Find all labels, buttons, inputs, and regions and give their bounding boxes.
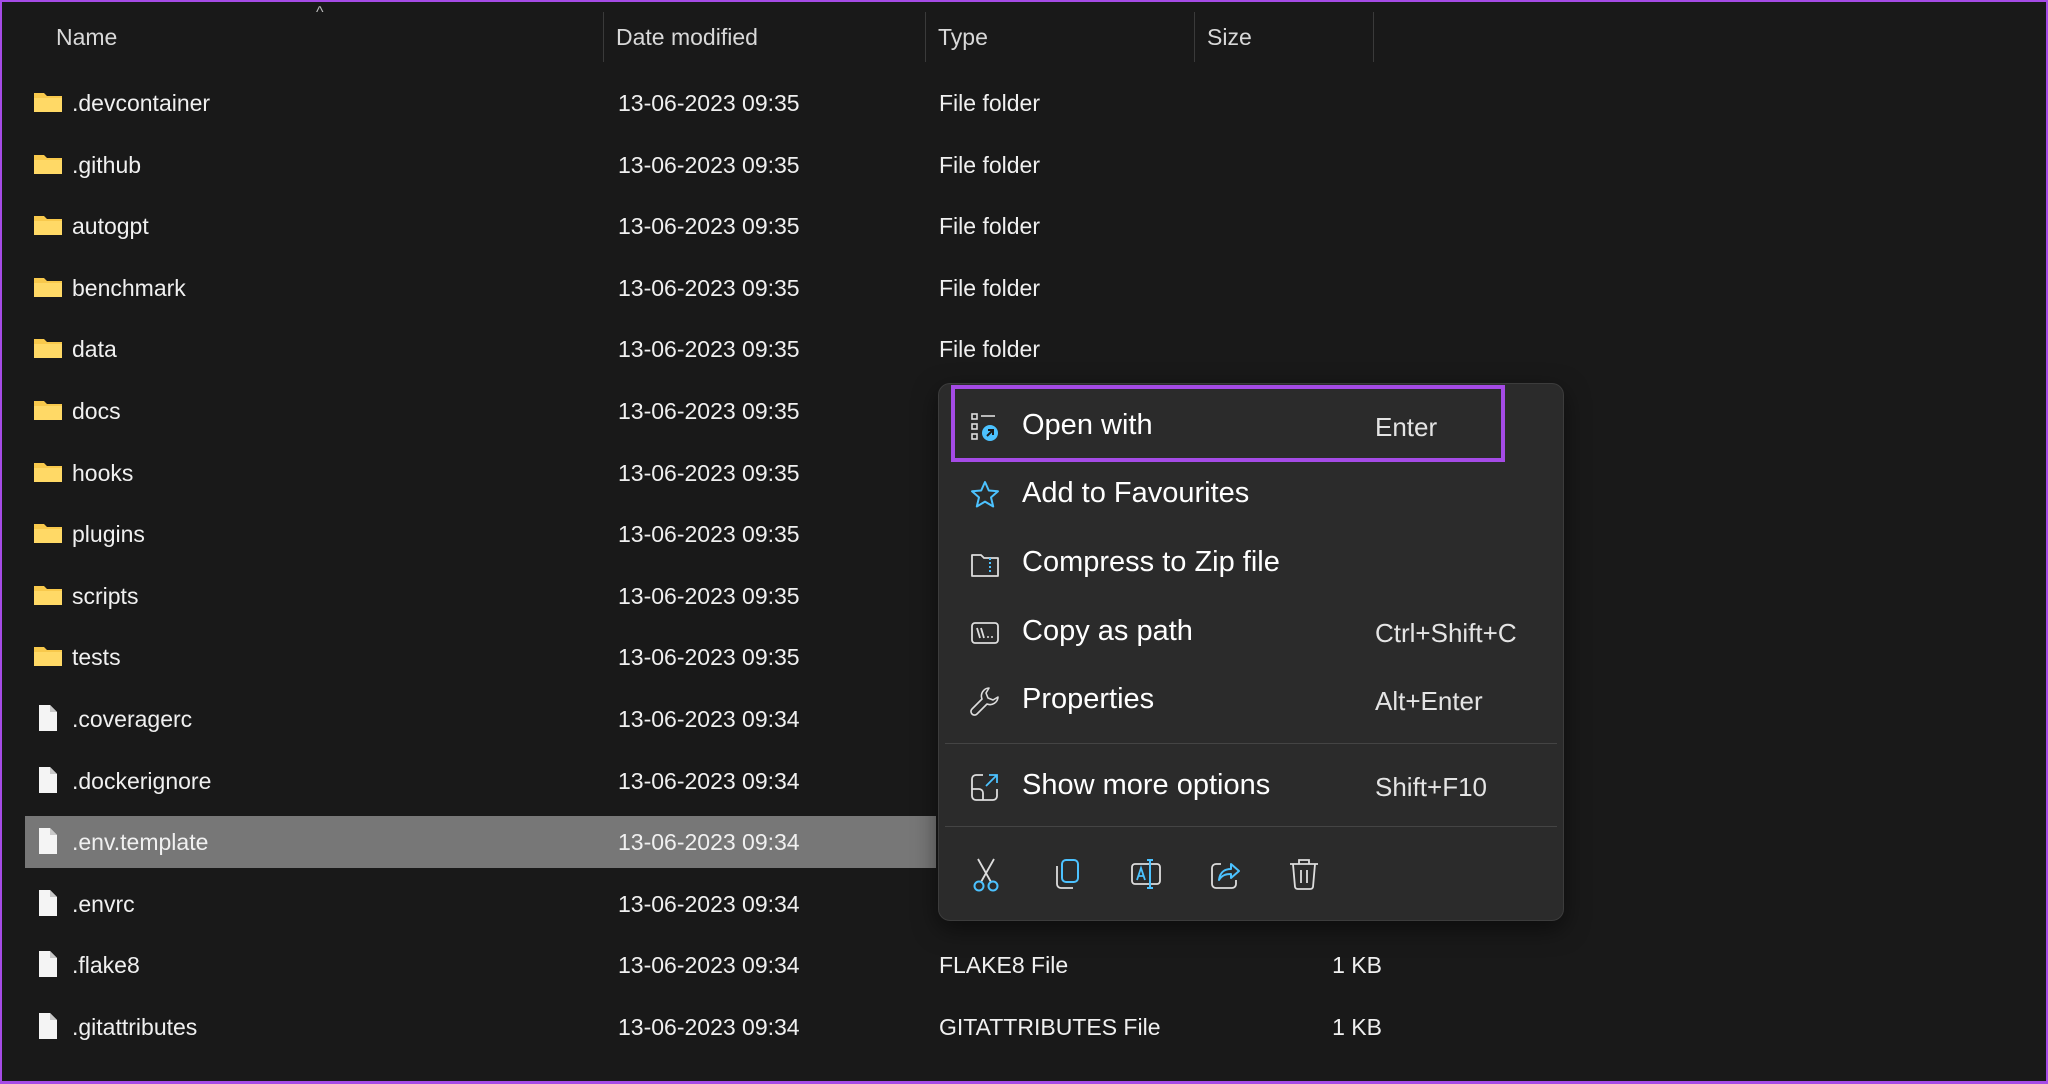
column-size[interactable]: Size	[1207, 24, 1252, 51]
file-type: File folder	[939, 336, 1040, 363]
file-size: 1 KB	[1332, 1014, 1382, 1040]
file-row[interactable]: benchmark 13-06-2023 09:35 File folder	[25, 262, 2025, 314]
file-name: data	[72, 336, 117, 363]
file-size: 1 KB	[1332, 952, 1382, 979]
column-divider[interactable]	[1194, 12, 1195, 62]
folder-icon	[34, 154, 62, 174]
file-date: 13-06-2023 09:35	[618, 644, 800, 671]
show-more-icon	[971, 774, 998, 801]
file-date: 13-06-2023 09:35	[618, 336, 800, 363]
menu-item-add-to-favourites[interactable]: Add to Favourites	[939, 463, 1563, 527]
file-name: scripts	[72, 582, 139, 609]
context-menu: Open with Enter Add to Favourites Compre…	[938, 383, 1564, 921]
folder-icon	[34, 647, 62, 667]
file-row[interactable]: .gitattributes 13-06-2023 09:34 GITATTRIBU…	[25, 1001, 2025, 1053]
folder-icon	[34, 401, 62, 420]
folder-icon	[34, 277, 62, 297]
copy-icon[interactable]	[1049, 856, 1083, 892]
file-type: File folder	[939, 151, 1040, 178]
menu-item-open-with[interactable]: Open with Enter	[939, 395, 1563, 459]
file-name: .github	[72, 151, 142, 178]
copy-path-icon	[971, 622, 999, 644]
file-name: .envrc	[72, 890, 135, 917]
menu-item-show-more-options[interactable]: Show more options Shift+F10	[939, 755, 1563, 819]
file-row[interactable]: .flake8 13-06-2023 09:34 FLAKE8 File 1 KB	[25, 939, 2025, 991]
file-icon	[39, 828, 57, 855]
wrench-icon	[970, 687, 999, 716]
file-name: .gitattributes	[72, 1014, 198, 1040]
file-icon	[39, 889, 57, 916]
column-type[interactable]: Type	[938, 24, 988, 51]
star-icon	[971, 481, 999, 508]
folder-icon	[34, 462, 62, 482]
file-date: 13-06-2023 09:35	[618, 582, 800, 609]
file-date: 13-06-2023 09:34	[618, 706, 800, 732]
file-date: 13-06-2023 09:34	[618, 890, 800, 917]
file-date: 13-06-2023 09:35	[618, 459, 800, 486]
file-name: .env.template	[72, 829, 209, 856]
file-date: 13-06-2023 09:34	[618, 829, 800, 856]
delete-icon[interactable]	[1287, 856, 1321, 892]
file-type: FLAKE8 File	[939, 952, 1069, 979]
file-date: 13-06-2023 09:34	[618, 1014, 800, 1040]
file-name: .coveragerc	[72, 706, 193, 732]
file-icon	[39, 1013, 57, 1039]
file-icon	[39, 951, 57, 978]
file-type: File folder	[939, 90, 1040, 116]
file-name: .devcontainer	[72, 90, 211, 116]
file-row[interactable]: data 13-06-2023 09:35 File folder	[25, 323, 2025, 375]
file-row[interactable]: .github 13-06-2023 09:35 File folder	[25, 139, 2025, 191]
cut-icon[interactable]	[969, 856, 1003, 892]
file-date: 13-06-2023 09:34	[618, 767, 800, 794]
file-date: 13-06-2023 09:35	[618, 213, 800, 240]
column-divider[interactable]	[1373, 12, 1374, 62]
file-row[interactable]: .env.template 13-06-2023 09:34	[25, 816, 936, 869]
menu-item-properties[interactable]: Properties Alt+Enter	[939, 669, 1563, 733]
zip-folder-icon	[971, 554, 999, 577]
file-type: File folder	[939, 213, 1040, 240]
sort-ascending-icon: ^	[316, 4, 324, 21]
file-name: tests	[72, 644, 121, 671]
share-icon[interactable]	[1208, 856, 1242, 892]
file-icon	[39, 705, 57, 731]
file-type: GITATTRIBUTES File	[939, 1014, 1161, 1040]
file-date: 13-06-2023 09:34	[618, 952, 800, 979]
file-name: benchmark	[72, 274, 186, 301]
menu-item-compress-to-zip[interactable]: Compress to Zip file	[939, 532, 1563, 596]
file-date: 13-06-2023 09:35	[618, 521, 800, 548]
file-date: 13-06-2023 09:35	[618, 151, 800, 178]
file-name: plugins	[72, 521, 145, 548]
file-name: hooks	[72, 459, 134, 486]
menu-separator	[945, 826, 1557, 827]
file-row[interactable]: .devcontainer 13-06-2023 09:35 File folder	[25, 77, 2025, 129]
file-date: 13-06-2023 09:35	[618, 90, 800, 116]
file-name: autogpt	[72, 213, 149, 240]
column-header: ^ Name Date modified Type Size	[0, 0, 2048, 70]
menu-separator	[945, 743, 1557, 744]
file-name: docs	[72, 398, 121, 424]
folder-icon	[34, 93, 62, 112]
column-divider[interactable]	[603, 12, 604, 62]
rename-icon[interactable]	[1129, 856, 1163, 892]
file-name: .flake8	[72, 952, 140, 979]
file-date: 13-06-2023 09:35	[618, 274, 800, 301]
folder-icon	[34, 524, 62, 544]
folder-icon	[34, 585, 62, 605]
file-name: .dockerignore	[72, 767, 212, 794]
file-icon	[39, 766, 57, 793]
file-type: File folder	[939, 274, 1040, 301]
file-row[interactable]: autogpt 13-06-2023 09:35 File folder	[25, 200, 2025, 252]
column-name[interactable]: Name	[56, 24, 117, 51]
folder-icon	[34, 216, 62, 236]
folder-icon	[34, 339, 62, 359]
file-date: 13-06-2023 09:35	[618, 398, 800, 424]
open-with-icon	[971, 413, 998, 441]
menu-item-copy-as-path[interactable]: Copy as path Ctrl+Shift+C	[939, 601, 1563, 665]
column-divider[interactable]	[925, 12, 926, 62]
column-date-modified[interactable]: Date modified	[616, 24, 758, 51]
